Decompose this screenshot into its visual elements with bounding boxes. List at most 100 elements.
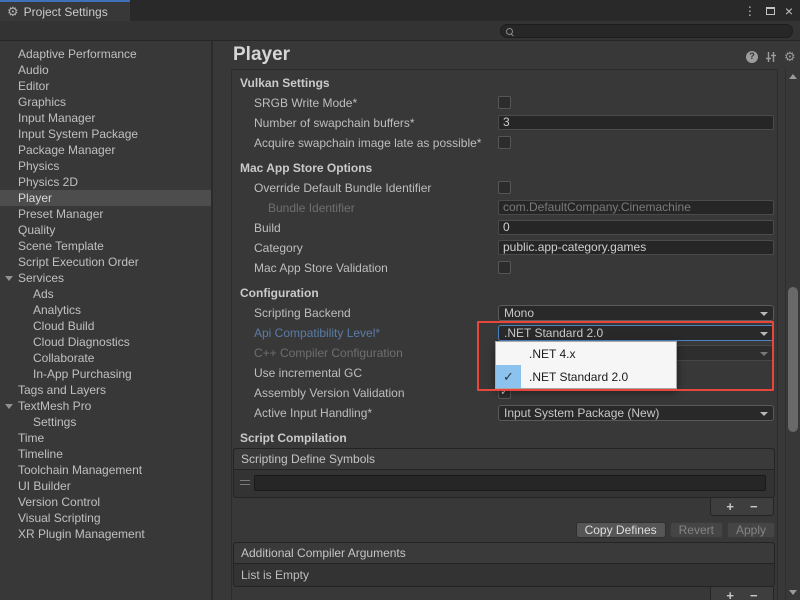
sidebar-item-label: Cloud Build	[33, 319, 94, 333]
sidebar-item-player[interactable]: Player	[0, 190, 211, 206]
sidebar-item-physics-2d[interactable]: Physics 2D	[0, 174, 211, 190]
section-script-compilation: Script Compilation	[232, 428, 777, 448]
scroll-up-icon[interactable]	[789, 74, 797, 79]
sidebar-item-toolchain-management[interactable]: Toolchain Management	[0, 462, 211, 478]
sidebar-item-editor[interactable]: Editor	[0, 78, 211, 94]
checkbox[interactable]	[498, 261, 511, 274]
close-icon[interactable]: ×	[785, 4, 793, 18]
sidebar-item-label: Player	[18, 191, 52, 205]
setting-label: Override Default Bundle Identifier	[254, 178, 431, 198]
dropdown-scripting-backend[interactable]: Mono	[498, 305, 774, 321]
setting-row-category: Category public.app-category.games	[232, 238, 777, 258]
drag-handle-icon[interactable]	[240, 480, 250, 485]
scrollbar-thumb[interactable]	[788, 287, 798, 432]
sidebar-item-label: Time	[18, 431, 44, 445]
sidebar-item-label: Version Control	[18, 495, 100, 509]
sidebar-item-label: Adaptive Performance	[18, 47, 137, 61]
gear-icon[interactable]: ⚙	[784, 50, 796, 63]
help-icon[interactable]: ?	[746, 51, 758, 63]
settings-list: Vulkan SettingsSRGB Write Mode*Number of…	[232, 73, 777, 448]
sidebar-item-analytics[interactable]: Analytics	[0, 302, 211, 318]
presets-icon[interactable]	[765, 51, 777, 63]
sidebar-item-xr-plugin-management[interactable]: XR Plugin Management	[0, 526, 211, 542]
sidebar-item-visual-scripting[interactable]: Visual Scripting	[0, 510, 211, 526]
checkbox[interactable]	[498, 181, 511, 194]
tab-project-settings[interactable]: ⚙ Project Settings	[0, 0, 130, 21]
sidebar-item-timeline[interactable]: Timeline	[0, 446, 211, 462]
setting-label: SRGB Write Mode*	[254, 93, 357, 113]
checkbox[interactable]	[498, 136, 511, 149]
sidebar-item-label: In-App Purchasing	[33, 367, 132, 381]
sidebar-item-ui-builder[interactable]: UI Builder	[0, 478, 211, 494]
sidebar-item-adaptive-performance[interactable]: Adaptive Performance	[0, 46, 211, 62]
sidebar-item-graphics[interactable]: Graphics	[0, 94, 211, 110]
vertical-scrollbar[interactable]	[785, 69, 800, 600]
sidebar-item-preset-manager[interactable]: Preset Manager	[0, 206, 211, 222]
define-symbol-row	[234, 470, 774, 497]
sidebar-item-label: Preset Manager	[18, 207, 103, 221]
setting-label: C++ Compiler Configuration	[254, 343, 403, 363]
sidebar-item-services[interactable]: Services	[0, 270, 211, 286]
maximize-icon[interactable]	[766, 7, 775, 15]
revert-button: Revert	[670, 522, 723, 538]
text-field: com.DefaultCompany.Cinemachine	[498, 200, 774, 215]
text-field[interactable]: 3	[498, 115, 774, 130]
define-symbol-input[interactable]	[254, 475, 766, 491]
foldout-triangle-icon[interactable]	[5, 404, 13, 409]
sidebar-item-scene-template[interactable]: Scene Template	[0, 238, 211, 254]
sidebar-item-ads[interactable]: Ads	[0, 286, 211, 302]
sidebar-item-label: Services	[18, 271, 64, 285]
section-label: Script Compilation	[240, 428, 347, 448]
sidebar-item-in-app-purchasing[interactable]: In-App Purchasing	[0, 366, 211, 382]
list-header: Additional Compiler Arguments	[234, 543, 774, 564]
setting-label: Assembly Version Validation	[254, 383, 405, 403]
toolbar	[0, 21, 800, 41]
sidebar-item-settings[interactable]: Settings	[0, 414, 211, 430]
setting-label: Use incremental GC	[254, 363, 362, 383]
sidebar-item-version-control[interactable]: Version Control	[0, 494, 211, 510]
sidebar-item-input-system-package[interactable]: Input System Package	[0, 126, 211, 142]
kebab-menu-icon[interactable]: ⋮	[744, 5, 756, 17]
sidebar-item-label: Physics	[18, 159, 59, 173]
popup-option-net-4-x[interactable]: .NET 4.x	[496, 342, 676, 365]
sidebar-item-time[interactable]: Time	[0, 430, 211, 446]
define-symbols-buttons: Copy DefinesRevertApply	[232, 522, 775, 538]
remove-button[interactable]: −	[750, 500, 758, 513]
foldout-triangle-icon[interactable]	[5, 276, 13, 281]
sidebar-item-input-manager[interactable]: Input Manager	[0, 110, 211, 126]
sidebar-item-package-manager[interactable]: Package Manager	[0, 142, 211, 158]
dropdown-active-input-handling[interactable]: Input System Package (New)	[498, 405, 774, 421]
check-icon: ✓	[503, 370, 514, 383]
remove-button[interactable]: −	[750, 589, 758, 600]
popup-option-net-standard-2-0[interactable]: ✓.NET Standard 2.0	[496, 365, 676, 388]
sidebar-item-textmesh-pro[interactable]: TextMesh Pro	[0, 398, 211, 414]
window-controls: ⋮ ×	[744, 0, 793, 21]
popup-option-label: .NET 4.x	[521, 347, 575, 361]
sidebar-item-tags-and-layers[interactable]: Tags and Layers	[0, 382, 211, 398]
sidebar-item-label: Input System Package	[18, 127, 138, 141]
search-input[interactable]	[513, 25, 781, 37]
setting-row-active-input-handling: Active Input Handling*Input System Packa…	[232, 403, 777, 423]
page-title: Player	[233, 44, 290, 66]
additional-compiler-arguments-box: Additional Compiler Arguments List is Em…	[233, 542, 775, 587]
sidebar-item-cloud-build[interactable]: Cloud Build	[0, 318, 211, 334]
add-button[interactable]: +	[726, 500, 734, 513]
copy-defines-button[interactable]: Copy Defines	[576, 522, 666, 538]
sidebar-item-audio[interactable]: Audio	[0, 62, 211, 78]
search-box[interactable]	[500, 24, 793, 38]
sidebar-item-label: Package Manager	[18, 143, 115, 157]
setting-label: Category	[254, 238, 303, 258]
scroll-down-icon[interactable]	[789, 590, 797, 595]
chevron-down-icon	[760, 312, 768, 316]
add-button[interactable]: +	[726, 589, 734, 600]
sidebar-item-collaborate[interactable]: Collaborate	[0, 350, 211, 366]
text-field[interactable]: 0	[498, 220, 774, 235]
sidebar-item-script-execution-order[interactable]: Script Execution Order	[0, 254, 211, 270]
text-field[interactable]: public.app-category.games	[498, 240, 774, 255]
dropdown-api-compatibility-level[interactable]: .NET Standard 2.0	[498, 325, 774, 341]
sidebar-item-quality[interactable]: Quality	[0, 222, 211, 238]
checkbox[interactable]	[498, 96, 511, 109]
sidebar-item-label: Graphics	[18, 95, 66, 109]
sidebar-item-cloud-diagnostics[interactable]: Cloud Diagnostics	[0, 334, 211, 350]
sidebar-item-physics[interactable]: Physics	[0, 158, 211, 174]
